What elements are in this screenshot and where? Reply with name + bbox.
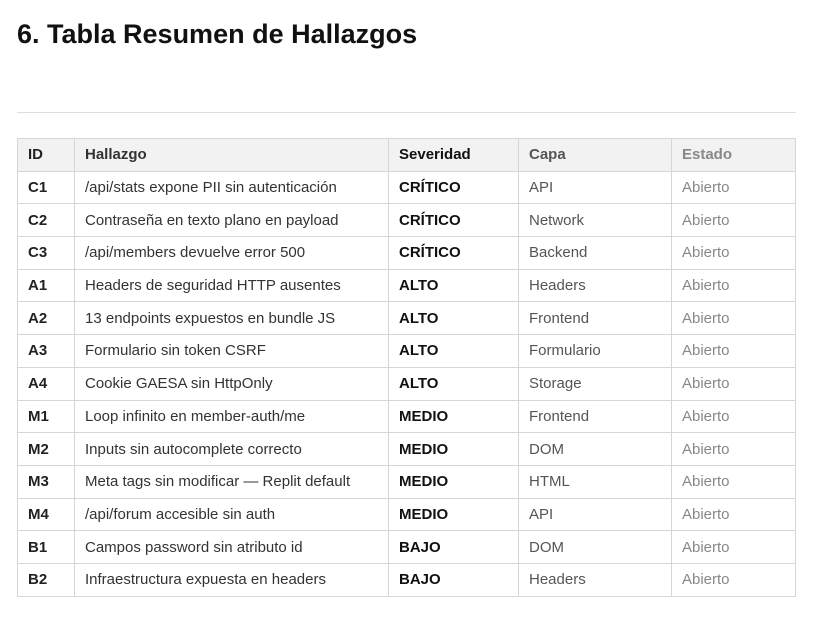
cell-estado: Abierto	[671, 464, 796, 499]
cell-id: M3	[17, 464, 75, 499]
cell-id: A2	[17, 301, 75, 336]
table-header-row: ID Hallazgo Severidad Capa Estado	[17, 138, 796, 172]
header-id: ID	[17, 138, 75, 172]
cell-hallazgo: Contraseña en texto plano en payload	[74, 203, 389, 238]
cell-severidad: CRÍTICO	[388, 203, 519, 238]
cell-capa: Frontend	[518, 301, 672, 336]
table-row: M3 Meta tags sin modificar — Replit defau…	[17, 464, 796, 499]
header-capa: Capa	[518, 138, 672, 172]
cell-hallazgo: Inputs sin autocomplete correcto	[74, 432, 389, 466]
cell-capa: DOM	[518, 432, 672, 466]
cell-id: A3	[17, 334, 75, 368]
cell-severidad: ALTO	[388, 366, 519, 401]
cell-estado: Abierto	[671, 530, 796, 564]
table-row: B2 Infraestructura expuesta en headers BAJ…	[17, 562, 796, 597]
cell-severidad: CRÍTICO	[388, 170, 519, 205]
table-row: C3/api/members devuelve error 500 CRÍTICO…	[17, 236, 796, 270]
cell-capa: API	[518, 170, 672, 205]
cell-capa: Network	[518, 203, 672, 238]
cell-hallazgo: Loop infinito en member-auth/me	[74, 399, 389, 434]
cell-id: A4	[17, 366, 75, 401]
cell-id: M1	[17, 399, 75, 434]
cell-id: C2	[17, 203, 75, 238]
cell-hallazgo: Infraestructura expuesta en headers	[74, 562, 389, 597]
cell-estado: Abierto	[671, 236, 796, 270]
cell-severidad: MEDIO	[388, 497, 519, 532]
table-row: M4/api/forum accesible sin auth MEDIO API A…	[17, 497, 796, 532]
table-row: A3 Formulario sin token CSRF ALTO Formulari…	[17, 334, 796, 368]
cell-id: C1	[17, 170, 75, 205]
cell-capa: Backend	[518, 236, 672, 270]
cell-id: B1	[17, 530, 75, 564]
horizontal-divider	[17, 112, 796, 113]
cell-capa: DOM	[518, 530, 672, 564]
cell-hallazgo: Campos password sin atributo id	[74, 530, 389, 564]
cell-severidad: BAJO	[388, 530, 519, 564]
cell-estado: Abierto	[671, 334, 796, 368]
header-severidad: Severidad	[388, 138, 519, 172]
header-estado: Estado	[671, 138, 796, 172]
cell-capa: Frontend	[518, 399, 672, 434]
table-row: A2 13 endpoints expuestos en bundle JS ALT…	[17, 301, 796, 336]
cell-capa: Headers	[518, 268, 672, 303]
table-row: C2 Contraseña en texto plano en payload CR…	[17, 203, 796, 238]
cell-severidad: BAJO	[388, 562, 519, 597]
cell-estado: Abierto	[671, 301, 796, 336]
cell-estado: Abierto	[671, 366, 796, 401]
cell-severidad: MEDIO	[388, 432, 519, 466]
cell-id: C3	[17, 236, 75, 270]
cell-hallazgo: Meta tags sin modificar — Replit default	[74, 464, 389, 499]
cell-estado: Abierto	[671, 170, 796, 205]
cell-capa: Headers	[518, 562, 672, 597]
cell-id: M2	[17, 432, 75, 466]
cell-capa: API	[518, 497, 672, 532]
cell-estado: Abierto	[671, 268, 796, 303]
cell-hallazgo: Headers de seguridad HTTP ausentes	[74, 268, 389, 303]
cell-hallazgo: Cookie GAESA sin HttpOnly	[74, 366, 389, 401]
cell-estado: Abierto	[671, 203, 796, 238]
table-row: M2 Inputs sin autocomplete correcto MEDIO D…	[17, 432, 796, 466]
document-page: 6. Tabla Resumen de Hallazgos ID Hallazg…	[0, 0, 821, 617]
table-body: C1/api/stats expone PII sin autenticació…	[17, 170, 796, 597]
cell-estado: Abierto	[671, 432, 796, 466]
cell-capa: Formulario	[518, 334, 672, 368]
section-heading: 6. Tabla Resumen de Hallazgos	[17, 19, 418, 49]
cell-severidad: ALTO	[388, 301, 519, 336]
cell-hallazgo: /api/members devuelve error 500	[74, 236, 389, 270]
cell-severidad: ALTO	[388, 268, 519, 303]
table-row: A4 Cookie GAESA sin HttpOnly ALTO Storage Ab…	[17, 366, 796, 401]
cell-severidad: MEDIO	[388, 399, 519, 434]
cell-estado: Abierto	[671, 562, 796, 597]
table-row: A1 Headers de seguridad HTTP ausentes ALTO…	[17, 268, 796, 303]
table-row: C1/api/stats expone PII sin autenticació…	[17, 170, 796, 205]
cell-hallazgo: 13 endpoints expuestos en bundle JS	[74, 301, 389, 336]
cell-severidad: ALTO	[388, 334, 519, 368]
header-hallazgo: Hallazgo	[74, 138, 389, 172]
cell-severidad: MEDIO	[388, 464, 519, 499]
cell-estado: Abierto	[671, 399, 796, 434]
cell-hallazgo: /api/stats expone PII sin autenticación	[74, 170, 389, 205]
table-row: B1 Campos password sin atributo id BAJO DOM…	[17, 530, 796, 564]
cell-id: B2	[17, 562, 75, 597]
cell-hallazgo: Formulario sin token CSRF	[74, 334, 389, 368]
cell-capa: HTML	[518, 464, 672, 499]
cell-estado: Abierto	[671, 497, 796, 532]
table-row: M1 Loop infinito en member-auth/me MEDIO Fr…	[17, 399, 796, 434]
cell-hallazgo: /api/forum accesible sin auth	[74, 497, 389, 532]
cell-id: A1	[17, 268, 75, 303]
cell-capa: Storage	[518, 366, 672, 401]
cell-id: M4	[17, 497, 75, 532]
cell-severidad: CRÍTICO	[388, 236, 519, 270]
findings-summary-table: ID Hallazgo Severidad Capa Estado C1/api…	[17, 138, 796, 597]
table-header: ID Hallazgo Severidad Capa Estado	[17, 138, 796, 172]
